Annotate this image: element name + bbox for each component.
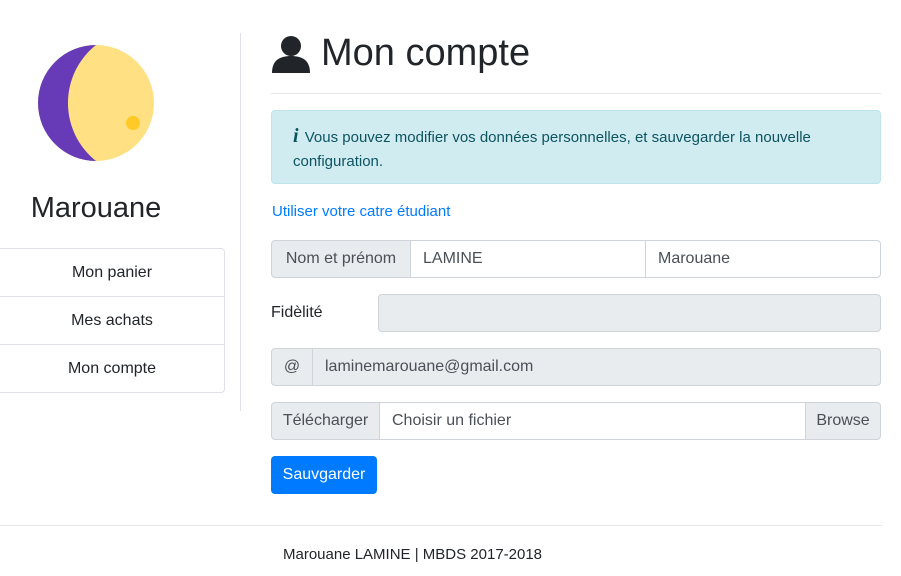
alert-text: Vous pouvez modifier vos données personn… (293, 129, 811, 170)
avatar (38, 45, 154, 161)
sidebar-item-mon-panier[interactable]: Mon panier (0, 248, 225, 297)
fidelity-field (378, 294, 881, 332)
sidebar-item-mon-compte[interactable]: Mon compte (0, 345, 225, 393)
email-input-group: @ laminemarouane@gmail.com (271, 348, 881, 386)
email-prefix: @ (271, 348, 313, 386)
file-input[interactable]: Choisir un fichier (380, 402, 806, 440)
browse-button[interactable]: Browse (806, 402, 881, 440)
email-field: laminemarouane@gmail.com (313, 348, 881, 386)
name-label: Nom et prénom (271, 240, 411, 278)
page-title: Mon compte (271, 32, 530, 75)
info-icon: i (293, 125, 299, 147)
sidebar-username: Marouane (30, 192, 162, 224)
upload-input-group: Télécharger Choisir un fichier Browse (271, 402, 881, 440)
name-input-group: Nom et prénom LAMINE Marouane (271, 240, 881, 278)
info-alert: i Vous pouvez modifier vos données perso… (271, 110, 881, 184)
vertical-divider (240, 33, 241, 411)
last-name-input[interactable]: LAMINE (411, 240, 646, 278)
footer-divider (0, 525, 882, 526)
save-button[interactable]: Sauvgarder (271, 456, 377, 494)
student-card-link[interactable]: Utiliser votre catre étudiant (272, 203, 450, 220)
first-name-input[interactable]: Marouane (646, 240, 881, 278)
upload-label: Télécharger (271, 402, 380, 440)
sidebar-menu: Mon panier Mes achats Mon compte (0, 248, 225, 393)
fidelity-label: Fidèlité (271, 304, 323, 321)
sidebar-item-mes-achats[interactable]: Mes achats (0, 297, 225, 345)
page-title-text: Mon compte (321, 32, 531, 74)
user-icon (272, 35, 310, 73)
footer-text: Marouane LAMINE | MBDS 2017-2018 (283, 546, 543, 563)
title-divider (271, 93, 881, 94)
